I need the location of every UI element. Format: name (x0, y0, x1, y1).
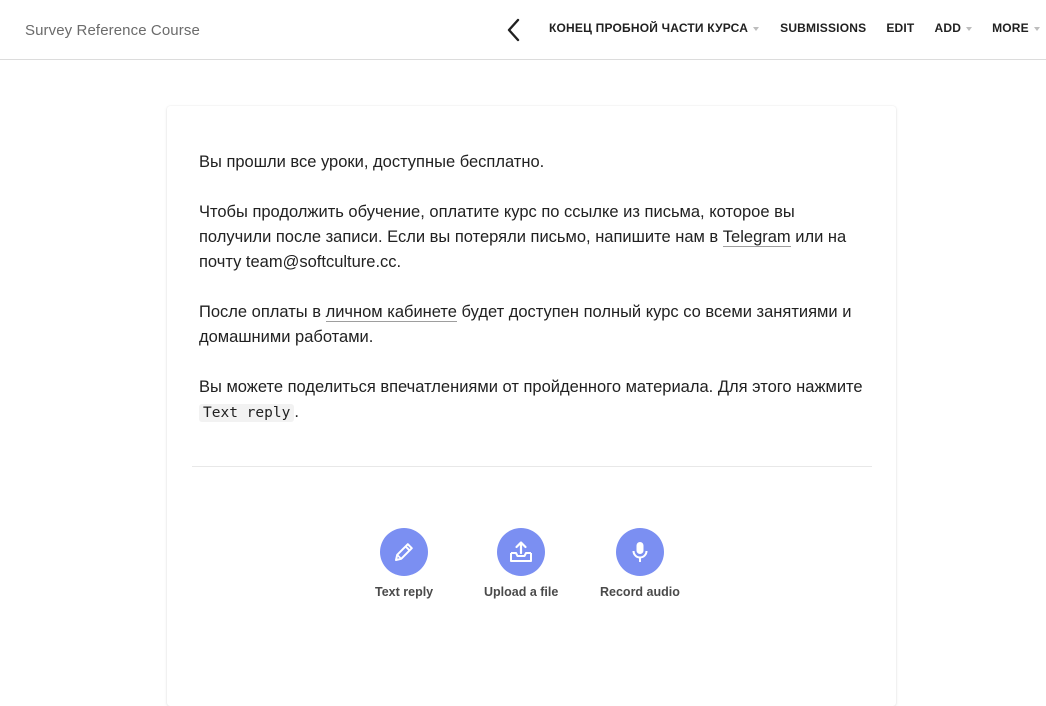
paragraph-2-text: Чтобы продолжить обучение, оплатите курс… (199, 203, 795, 246)
lesson-text: Вы прошли все уроки, доступные бесплатно… (199, 150, 869, 451)
nav-lesson-label: КОНЕЦ ПРОБНОЙ ЧАСТИ КУРСА (549, 21, 749, 35)
nav-more-dropdown[interactable]: MORE (992, 21, 1040, 35)
paragraph-3: После оплаты в личном кабинете будет дос… (199, 300, 869, 350)
lesson-card: Вы прошли все уроки, доступные бесплатно… (167, 106, 896, 706)
nav-lesson-dropdown[interactable]: КОНЕЦ ПРОБНОЙ ЧАСТИ КУРСА (549, 21, 760, 35)
paragraph-2: Чтобы продолжить обучение, оплатите курс… (199, 200, 869, 275)
record-audio-label: Record audio (600, 585, 680, 599)
course-title[interactable]: Survey Reference Course (25, 22, 200, 39)
paragraph-1: Вы прошли все уроки, доступные бесплатно… (199, 153, 545, 171)
nav-more-label: MORE (992, 21, 1029, 35)
upload-tray-icon (510, 541, 533, 562)
nav-add-label: ADD (934, 21, 962, 35)
record-audio-circle (615, 528, 664, 576)
text-reply-code: Text reply (199, 404, 295, 422)
paragraph-4-text: Вы можете поделиться впечатлениями от пр… (199, 378, 863, 396)
pencil-icon (395, 543, 413, 561)
upload-file-circle (497, 528, 546, 576)
text-reply-label: Text reply (375, 585, 434, 599)
paragraph-4: Вы можете поделиться впечатлениями от пр… (199, 375, 869, 426)
paragraph-3-text: После оплаты в (199, 303, 326, 321)
upload-file-label: Upload a file (484, 585, 559, 599)
back-button[interactable] (503, 17, 525, 43)
top-nav: КОНЕЦ ПРОБНОЙ ЧАСТИ КУРСА SUBMISSIONS ED… (549, 21, 1040, 35)
text-reply-circle (380, 528, 429, 576)
record-audio-button[interactable]: Record audio (600, 528, 680, 599)
nav-add-dropdown[interactable]: ADD (934, 21, 973, 35)
caret-down-icon (753, 27, 760, 31)
account-link[interactable]: личном кабинете (325, 303, 457, 322)
upload-file-button[interactable]: Upload a file (484, 528, 558, 599)
caret-down-icon (1033, 27, 1040, 31)
telegram-link[interactable]: Telegram (722, 228, 791, 247)
divider (192, 466, 872, 467)
caret-down-icon (966, 27, 973, 31)
nav-edit[interactable]: EDIT (886, 21, 914, 35)
top-bar: Survey Reference Course КОНЕЦ ПРОБНОЙ ЧА… (0, 0, 1046, 60)
chevron-left-icon (507, 18, 520, 42)
text-reply-button[interactable]: Text reply (375, 528, 433, 599)
microphone-icon (632, 542, 648, 562)
nav-submissions[interactable]: SUBMISSIONS (780, 21, 866, 35)
paragraph-4-end: . (294, 403, 299, 421)
